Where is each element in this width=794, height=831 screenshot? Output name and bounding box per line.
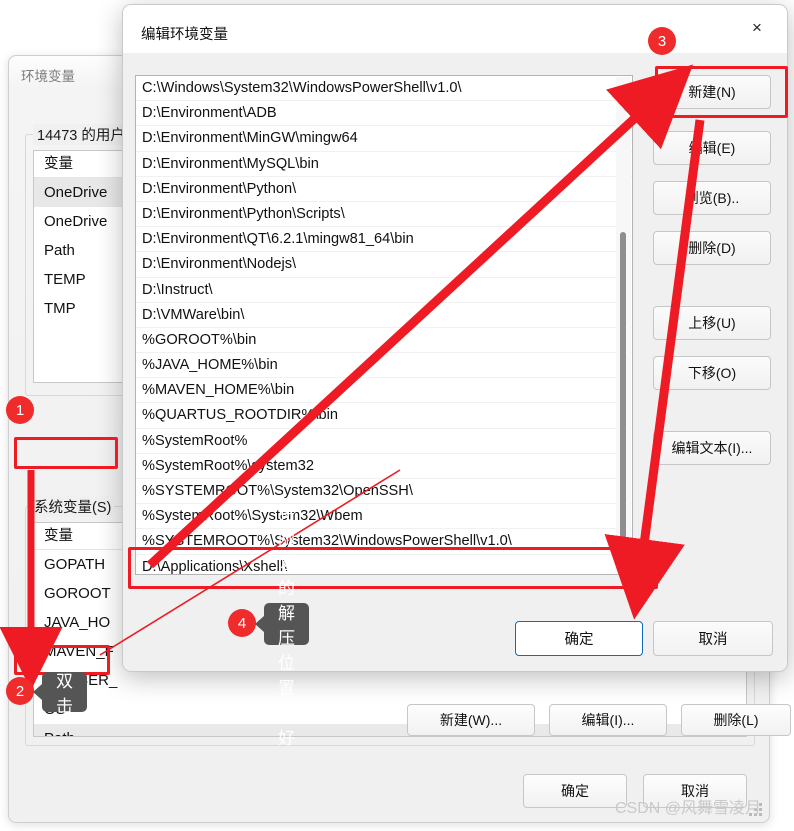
- screenshot-root: 环境变量 14473 的用户变量(U) 变量 OneDrive OneDrive…: [0, 0, 794, 831]
- arrow-path-to-dialog: [99, 469, 401, 656]
- arrow-to-edit-row: [604, 119, 705, 620]
- annotation-arrows: [0, 64, 705, 690]
- arrow-to-new-button: [146, 64, 694, 569]
